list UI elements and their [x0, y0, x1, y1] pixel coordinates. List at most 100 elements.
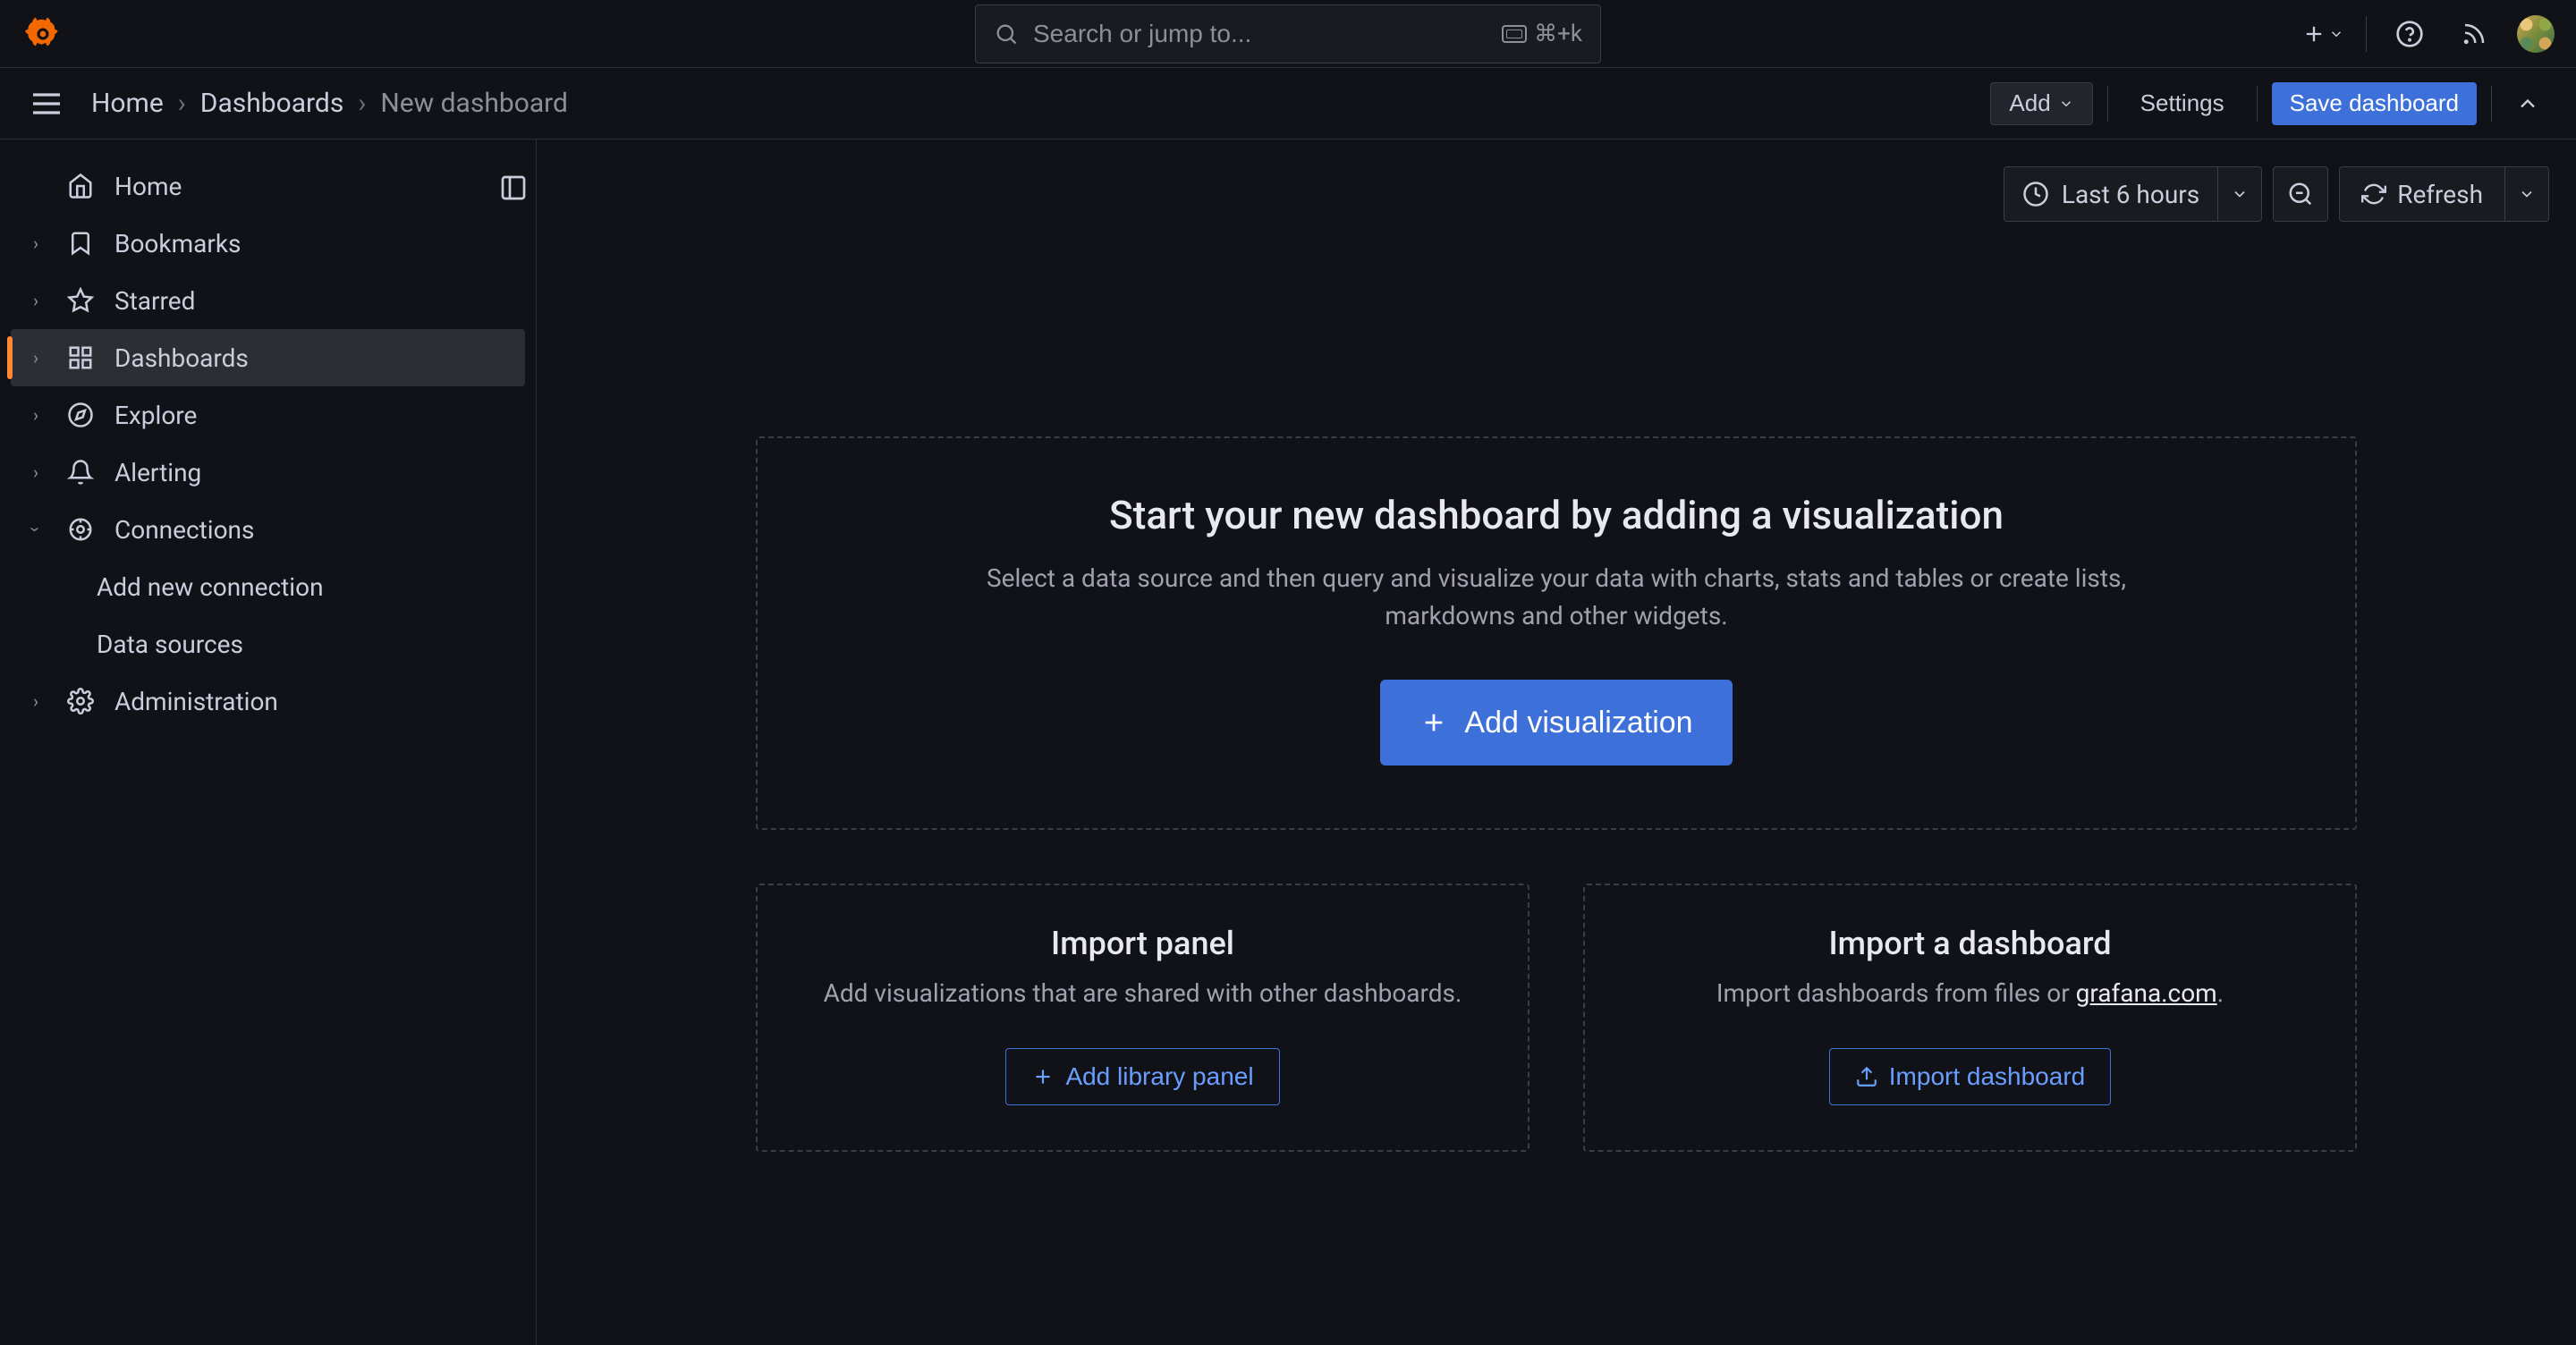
- help-icon: [2395, 20, 2424, 48]
- search-input[interactable]: [1033, 20, 1487, 48]
- sidebar-item-label: Starred: [114, 286, 195, 316]
- topbar: ⌘+k: [0, 0, 2576, 68]
- desc-suffix: .: [2217, 978, 2224, 1008]
- sidebar-item-label: Dashboards: [114, 343, 249, 373]
- grafana-link[interactable]: grafana.com: [2076, 978, 2217, 1008]
- refresh-picker: Refresh: [2339, 166, 2549, 222]
- sidebar-item-bookmarks[interactable]: › Bookmarks: [11, 215, 525, 272]
- plus-icon: [1419, 708, 1448, 737]
- gear-icon: [67, 688, 94, 715]
- star-icon: [67, 287, 94, 314]
- import-dashboard-button[interactable]: Import dashboard: [1829, 1048, 2111, 1105]
- time-range-dropdown[interactable]: [2217, 167, 2261, 221]
- expand-icon: ›: [25, 290, 47, 311]
- collapse-header-button[interactable]: [2506, 82, 2549, 125]
- breadcrumb: Home › Dashboards › New dashboard: [91, 88, 568, 119]
- sidebar-item-label: Alerting: [114, 458, 201, 487]
- zoom-out-button[interactable]: [2273, 166, 2328, 222]
- zoom-out-icon: [2287, 181, 2314, 207]
- expand-icon: ›: [25, 347, 47, 368]
- add-button[interactable]: Add: [1990, 82, 2092, 125]
- subheader: Home › Dashboards › New dashboard Add Se…: [0, 68, 2576, 140]
- chevron-down-icon: [2518, 185, 2536, 203]
- sidebar-item-starred[interactable]: › Starred: [11, 272, 525, 329]
- bookmark-icon: [67, 230, 94, 257]
- empty-state-hero: Start your new dashboard by adding a vis…: [756, 436, 2357, 830]
- compass-icon: [67, 402, 94, 428]
- expand-icon: ›: [25, 461, 47, 483]
- sidebar-item-connections[interactable]: › Connections: [11, 501, 525, 558]
- grafana-logo[interactable]: [21, 13, 64, 55]
- add-library-panel-label: Add library panel: [1065, 1062, 1253, 1091]
- clock-icon: [2022, 181, 2049, 207]
- chevron-down-icon: [2328, 26, 2344, 42]
- breadcrumb-home[interactable]: Home: [91, 88, 164, 119]
- refresh-button[interactable]: Refresh: [2340, 180, 2504, 209]
- create-menu[interactable]: [2301, 21, 2344, 47]
- time-range-picker[interactable]: Last 6 hours: [2004, 166, 2262, 222]
- sidebar-item-label: Connections: [114, 515, 254, 545]
- card-title: Import panel: [793, 925, 1492, 962]
- global-search[interactable]: ⌘+k: [975, 4, 1601, 63]
- panel-left-icon: [499, 173, 528, 202]
- add-visualization-button[interactable]: Add visualization: [1380, 680, 1732, 766]
- breadcrumb-sep: ›: [178, 88, 186, 119]
- save-dashboard-button[interactable]: Save dashboard: [2272, 82, 2477, 125]
- chevron-down-icon: [2058, 96, 2074, 112]
- expand-icon: ›: [25, 404, 47, 426]
- import-dashboard-card: Import a dashboard Import dashboards fro…: [1583, 884, 2357, 1152]
- sidebar-item-dashboards[interactable]: › Dashboards: [11, 329, 525, 386]
- divider: [2491, 86, 2492, 122]
- rss-icon: [2461, 21, 2487, 47]
- sidebar-item-explore[interactable]: › Explore: [11, 386, 525, 444]
- dashboard-canvas: Start your new dashboard by adding a vis…: [537, 222, 2576, 1345]
- help-button[interactable]: [2388, 13, 2431, 55]
- card-description: Add visualizations that are shared with …: [793, 975, 1492, 1012]
- search-icon: [994, 21, 1019, 47]
- add-visualization-label: Add visualization: [1464, 706, 1692, 740]
- upload-icon: [1855, 1065, 1878, 1088]
- import-panel-card: Import panel Add visualizations that are…: [756, 884, 1530, 1152]
- chevron-up-icon: [2515, 91, 2540, 116]
- divider: [2107, 86, 2108, 122]
- settings-button[interactable]: Settings: [2123, 82, 2242, 125]
- sidebar: Home › Bookmarks › Starred › Dashboards …: [0, 140, 537, 1345]
- add-library-panel-button[interactable]: Add library panel: [1005, 1048, 1279, 1105]
- hero-title: Start your new dashboard by adding a vis…: [829, 492, 2284, 538]
- hero-description: Select a data source and then query and …: [930, 560, 2182, 635]
- sidebar-item-label: Bookmarks: [114, 229, 242, 258]
- expand-icon: ›: [25, 690, 47, 712]
- sidebar-item-data-sources[interactable]: Data sources: [11, 615, 525, 672]
- sidebar-item-add-connection[interactable]: Add new connection: [11, 558, 525, 615]
- divider: [2257, 86, 2258, 122]
- card-title: Import a dashboard: [1621, 925, 2319, 962]
- sidebar-item-label: Home: [114, 172, 182, 201]
- refresh-interval-dropdown[interactable]: [2504, 167, 2548, 221]
- grafana-icon: [25, 16, 61, 52]
- kbd-shortcut-text: ⌘+k: [1534, 21, 1582, 47]
- time-range-label: Last 6 hours: [2062, 180, 2199, 209]
- sidebar-item-label: Explore: [114, 401, 197, 430]
- sidebar-item-alerting[interactable]: › Alerting: [11, 444, 525, 501]
- dashboard-icon: [67, 344, 94, 371]
- breadcrumb-sep: ›: [358, 88, 366, 119]
- content: Last 6 hours Refresh: [537, 140, 2576, 1345]
- refresh-label: Refresh: [2397, 180, 2483, 209]
- breadcrumb-current: New dashboard: [380, 88, 568, 119]
- expand-icon: ›: [25, 233, 47, 254]
- refresh-icon: [2361, 182, 2386, 207]
- divider: [2366, 16, 2367, 52]
- toggle-menu-button[interactable]: [27, 84, 66, 123]
- news-button[interactable]: [2453, 13, 2496, 55]
- sidebar-collapse-button[interactable]: [496, 170, 531, 206]
- sidebar-item-home[interactable]: Home: [11, 157, 525, 215]
- bell-icon: [67, 459, 94, 486]
- sidebar-item-label: Administration: [114, 687, 278, 716]
- sidebar-item-administration[interactable]: › Administration: [11, 672, 525, 730]
- sidebar-item-label: Add new connection: [97, 572, 324, 602]
- keyboard-icon: [1502, 25, 1527, 43]
- plug-icon: [67, 516, 94, 543]
- user-avatar[interactable]: [2517, 15, 2555, 53]
- breadcrumb-dashboards[interactable]: Dashboards: [200, 88, 344, 119]
- content-toolbar: Last 6 hours Refresh: [537, 140, 2576, 222]
